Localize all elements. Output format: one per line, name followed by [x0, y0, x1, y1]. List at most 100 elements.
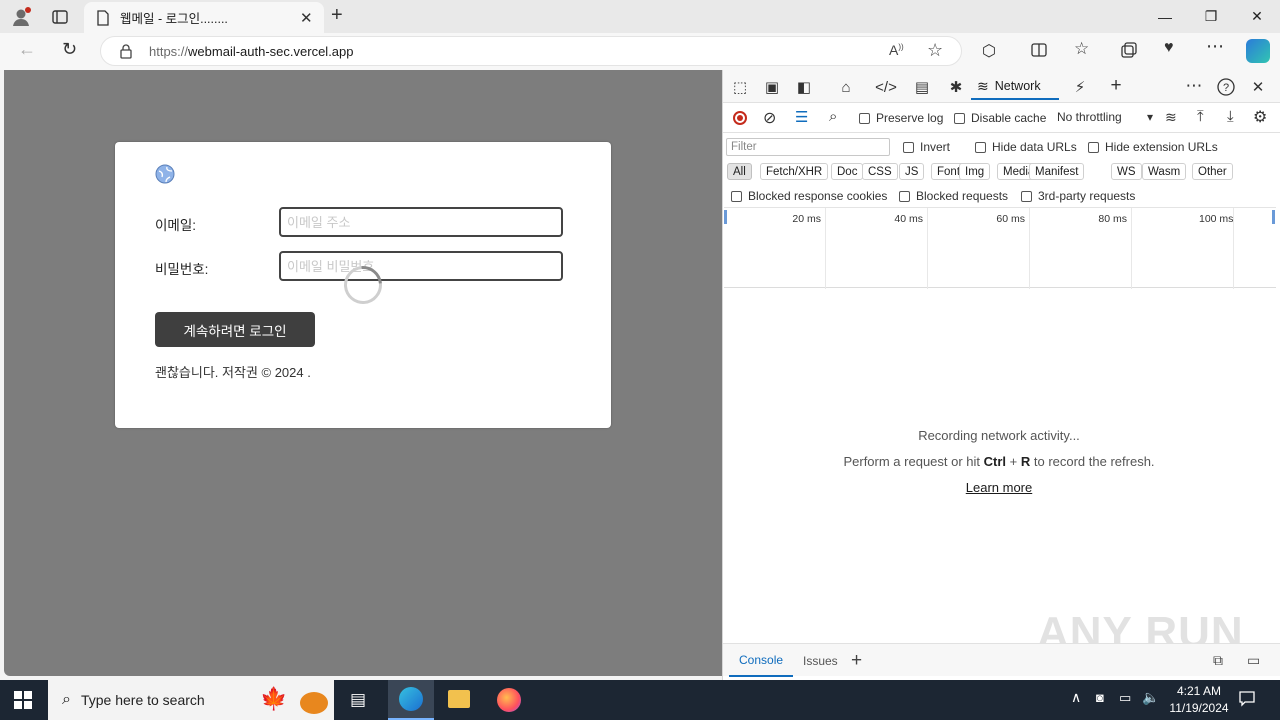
url-field[interactable]: https://webmail-auth-sec.vercel.app A)) … [100, 36, 962, 66]
notification-center-icon[interactable] [1238, 689, 1256, 710]
drawer-tab-issues[interactable]: Issues [793, 644, 848, 677]
blocked-response-cookies-checkbox[interactable]: Blocked response cookies [731, 189, 887, 203]
elements-icon[interactable]: </> [873, 74, 899, 100]
edge-taskbar-icon[interactable] [388, 680, 434, 720]
taskbar-clock[interactable]: 4:21 AM 11/19/2024 [1164, 683, 1234, 717]
invert-checkbox[interactable]: Invert [903, 140, 950, 154]
address-bar-row: ← ↻ https://webmail-auth-sec.vercel.app … [0, 33, 1280, 70]
firefox-icon[interactable] [497, 688, 521, 712]
close-window-icon[interactable]: ✕ [1234, 0, 1280, 33]
disable-cache-checkbox[interactable]: Disable cache [954, 111, 1046, 125]
copilot-icon[interactable] [1246, 39, 1270, 63]
type-filter-other[interactable]: Other [1192, 163, 1233, 180]
login-button[interactable]: 계속하려면 로그인 [155, 312, 315, 347]
timeline-handle-right[interactable] [1272, 210, 1275, 224]
timeline-gridline [825, 208, 826, 289]
search-icon[interactable]: ⌕ [829, 108, 837, 125]
network-conditions-icon[interactable]: ≋ [1165, 109, 1177, 126]
extensions-icon[interactable]: ⬡ [982, 41, 996, 61]
record-icon[interactable] [733, 111, 747, 125]
url-text: https://webmail-auth-sec.vercel.app [149, 44, 354, 59]
type-filter-wasm[interactable]: Wasm [1142, 163, 1187, 180]
hide-extension-urls-checkbox[interactable]: Hide extension URLs [1088, 140, 1218, 154]
add-tool-icon[interactable]: + [1103, 73, 1129, 99]
welcome-home-icon[interactable]: ⌂ [833, 74, 859, 100]
collapse-drawer-icon[interactable]: ▭ [1247, 644, 1260, 677]
throttling-select[interactable]: No throttling ▾ [1057, 110, 1153, 124]
type-filter-css[interactable]: CSS [862, 163, 898, 180]
timeline-tick-label: 60 ms [996, 213, 1025, 225]
volume-icon[interactable]: 🔈 [1142, 689, 1159, 706]
refresh-icon[interactable]: ↻ [62, 39, 77, 60]
network-empty-state: Recording network activity... Perform a … [723, 428, 1275, 495]
pumpkin-icon [300, 692, 328, 714]
type-filter-ws[interactable]: WS [1111, 163, 1142, 180]
third-party-requests-checkbox[interactable]: 3rd-party requests [1021, 189, 1135, 203]
read-aloud-icon[interactable]: A)) [889, 42, 904, 58]
meet-now-icon[interactable]: ◙ [1096, 690, 1104, 705]
type-filter-fetch-xhr[interactable]: Fetch/XHR [760, 163, 829, 180]
windows-start-icon[interactable] [14, 691, 32, 712]
add-drawer-tab-icon[interactable]: + [851, 644, 862, 677]
close-tab-icon[interactable]: ✕ [300, 9, 313, 27]
export-har-icon[interactable]: ⤓ [1227, 108, 1234, 125]
password-field[interactable] [279, 251, 563, 281]
favorites-icon[interactable]: ☆ [1074, 39, 1089, 59]
tab-network[interactable]: ≋ Network [971, 74, 1059, 100]
network-settings-gear-icon[interactable]: ⚙ [1253, 107, 1267, 127]
sources-bug-icon[interactable]: ✱ [943, 74, 969, 100]
favorite-star-icon[interactable]: ☆ [927, 40, 943, 61]
timeline-gridline [927, 208, 928, 289]
device-emulation-icon[interactable]: ▣ [759, 74, 785, 100]
filter-toggle-icon[interactable]: ☰ [795, 108, 808, 126]
learn-more-link[interactable]: Learn more [966, 480, 1032, 495]
undock-drawer-icon[interactable]: ⧉ [1213, 644, 1223, 677]
globe-icon [155, 164, 175, 187]
more-options-icon[interactable]: ⋯ [1206, 36, 1224, 57]
tab-actions-icon[interactable] [50, 7, 70, 27]
type-filter-doc[interactable]: Doc [831, 163, 864, 180]
show-hidden-icons[interactable]: ∧ [1071, 689, 1081, 706]
import-har-icon[interactable]: ⤒ [1197, 108, 1204, 125]
new-tab-icon[interactable]: + [331, 4, 343, 27]
inspect-element-icon[interactable]: ⬚ [727, 74, 753, 100]
timeline-handle-left[interactable] [724, 210, 727, 224]
console-icon[interactable]: ▤ [909, 74, 935, 100]
network-tray-icon[interactable]: ▭ [1119, 690, 1131, 706]
taskbar-search-box[interactable]: ⌕ Type here to search 🍁 [48, 680, 334, 720]
blocked-requests-checkbox[interactable]: Blocked requests [899, 189, 1008, 203]
ctrl-key: Ctrl [983, 454, 1007, 469]
email-field[interactable] [279, 207, 563, 237]
help-icon[interactable]: ? [1213, 74, 1239, 100]
task-view-icon[interactable]: ▤ [350, 690, 366, 710]
split-screen-icon[interactable] [1030, 41, 1048, 62]
browser-title-bar: 웹메일 - 로그인........ ✕ + — ❐ ✕ [0, 0, 1280, 33]
dock-side-icon[interactable]: ◧ [791, 74, 817, 100]
back-icon[interactable]: ← [18, 39, 36, 60]
restore-icon[interactable]: ❐ [1188, 0, 1234, 33]
lock-icon[interactable] [119, 43, 133, 62]
performance-icon[interactable]: ⚡ [1067, 74, 1093, 100]
type-filter-img[interactable]: Img [959, 163, 991, 180]
type-filter-manifest[interactable]: Manifest [1029, 163, 1085, 180]
preserve-log-checkbox[interactable]: Preserve log [859, 111, 943, 125]
login-card: 이메일: 비밀번호: 계속하려면 로그인 괜찮습니다. 저작권 © 2024 . [115, 142, 611, 428]
drawer-tab-console[interactable]: Console [729, 644, 794, 677]
close-devtools-icon[interactable]: ✕ [1245, 74, 1271, 100]
file-explorer-icon[interactable] [448, 690, 470, 708]
network-filter-input[interactable] [726, 138, 890, 156]
network-tab-label: Network [994, 79, 1041, 93]
minimize-icon[interactable]: — [1142, 0, 1188, 33]
hide-data-urls-checkbox[interactable]: Hide data URLs [975, 140, 1077, 154]
clear-icon[interactable]: ⊘ [763, 108, 776, 128]
browser-tab-active[interactable]: 웹메일 - 로그인........ ✕ [84, 2, 324, 33]
profile-icon[interactable] [10, 6, 32, 28]
copyright-text: 괜찮습니다. 저작권 © 2024 . [155, 365, 311, 380]
timeline-tick-label: 40 ms [894, 213, 923, 225]
collections-icon[interactable] [1120, 41, 1138, 62]
network-overview-timeline[interactable]: 20 ms 40 ms 60 ms 80 ms 100 ms [724, 207, 1276, 289]
devtools-more-icon[interactable]: ⋯ [1181, 73, 1207, 99]
browser-essentials-icon[interactable]: ♥ [1164, 39, 1174, 57]
type-filter-all[interactable]: All [727, 163, 752, 180]
type-filter-js[interactable]: JS [899, 163, 925, 180]
